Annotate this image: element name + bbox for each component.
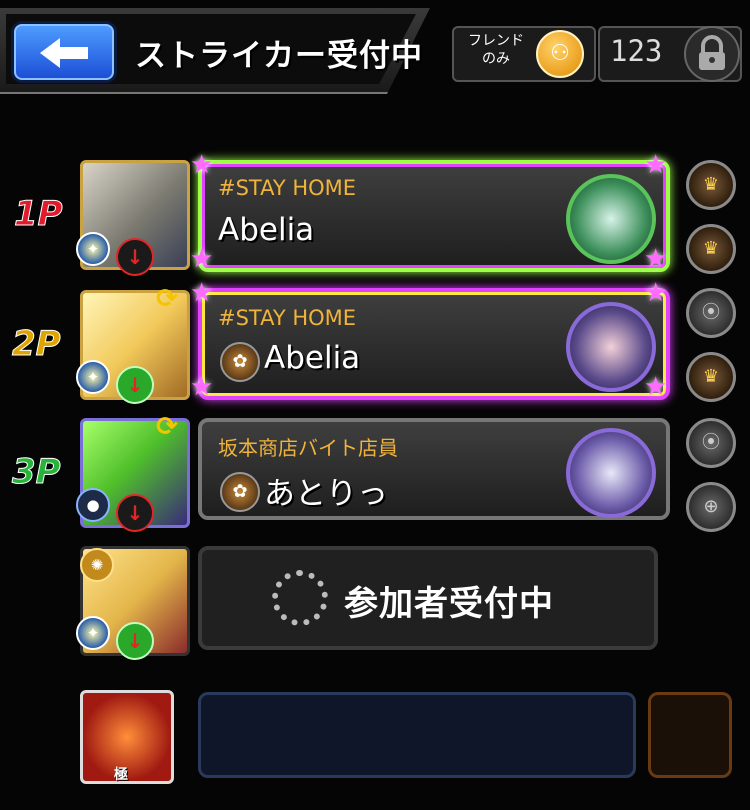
helper-monster-3[interactable]: [566, 428, 656, 518]
player-label-2: 2P: [12, 324, 62, 365]
star-icon: ★: [644, 372, 668, 402]
crown-plus-icon[interactable]: ♛: [686, 160, 736, 210]
player-label-1: 1P: [14, 194, 64, 235]
star-icon: ★: [644, 278, 668, 308]
player-tag-2: #STAY HOME: [218, 306, 357, 330]
crown-plus-icon[interactable]: ♛: [686, 224, 736, 274]
recruiting-status: 参加者受付中: [344, 584, 554, 624]
rank-icon: ✿: [220, 342, 260, 382]
helper-monster-2[interactable]: [566, 302, 656, 392]
player-name-1: Abelia: [218, 212, 315, 248]
star-icon: ★: [190, 372, 214, 402]
back-arrow-icon: [40, 38, 88, 68]
boss-difficulty-badge: 極: [114, 767, 128, 783]
element-badge-icon: ✦: [76, 616, 110, 650]
slot-arrow-icon: ↓: [116, 494, 154, 532]
lock-icon[interactable]: [684, 26, 740, 82]
crosshair-icon[interactable]: ⊕: [686, 482, 736, 532]
slot-arrow-icon: ↓: [116, 238, 154, 276]
star-icon: ★: [190, 244, 214, 274]
star-icon: ★: [190, 150, 214, 180]
crown-plus-icon[interactable]: ♛: [686, 352, 736, 402]
player-tag-3: 坂本商店バイト店員: [218, 436, 398, 460]
player-label-3: 3P: [12, 452, 62, 493]
info-panel: [198, 692, 636, 778]
room-number: 123: [610, 34, 663, 68]
empty-slot-icon[interactable]: ⦿: [686, 418, 736, 468]
element-badge-icon: ✦: [76, 232, 110, 266]
element-badge-icon: ✦: [76, 360, 110, 394]
star-icon: ★: [644, 150, 668, 180]
player-name-2: Abelia: [264, 340, 361, 376]
page-title: ストライカー受付中: [135, 38, 423, 74]
friend-icon[interactable]: ⚇: [536, 30, 584, 78]
star-icon: ★: [190, 278, 214, 308]
player-tag-1: #STAY HOME: [218, 176, 357, 200]
link-icon: ⟳: [156, 284, 178, 314]
bomb-badge-icon: ●: [76, 488, 110, 522]
link-icon: ⟳: [156, 412, 178, 442]
friend-only-label: フレンド のみ: [468, 33, 524, 67]
item-slot[interactable]: [648, 692, 732, 778]
back-button[interactable]: [14, 24, 114, 80]
empty-slot-icon[interactable]: ⦿: [686, 288, 736, 338]
helper-monster-1[interactable]: [566, 174, 656, 264]
star-icon: ★: [644, 244, 668, 274]
player-name-3: あとりっ: [264, 476, 388, 512]
sun-badge-icon: ✺: [80, 548, 114, 582]
slot-arrow-icon: ↓: [116, 622, 154, 660]
rank-icon: ✿: [220, 472, 260, 512]
loading-spinner-icon: [272, 570, 328, 626]
slot-arrow-icon: ↓: [116, 366, 154, 404]
